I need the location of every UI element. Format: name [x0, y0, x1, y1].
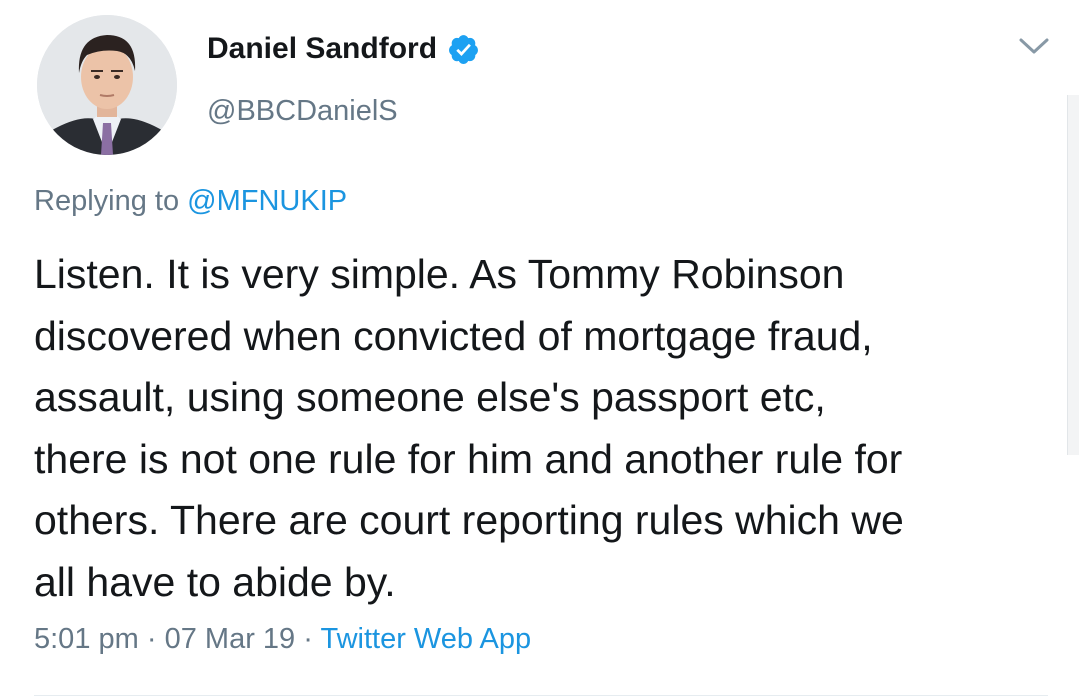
- reply-context: Replying to @MFNUKIP: [34, 185, 347, 218]
- avatar-photo: [37, 15, 177, 155]
- reply-mention-link[interactable]: @MFNUKIP: [187, 185, 347, 217]
- scrollbar[interactable]: [1067, 95, 1079, 455]
- avatar[interactable]: [37, 15, 177, 155]
- tweet-meta: 5:01 pm · 07 Mar 19 · Twitter Web App: [34, 623, 531, 656]
- verified-badge-icon: [447, 33, 480, 66]
- tweet-time[interactable]: 5:01 pm: [34, 623, 139, 655]
- tweet-card: Daniel Sandford @BBCDanielS Replying to …: [0, 0, 1079, 698]
- reply-prefix: Replying to: [34, 185, 180, 217]
- divider: [34, 695, 1048, 696]
- tweet-text: Listen. It is very simple. As Tommy Robi…: [34, 251, 904, 605]
- chevron-down-icon[interactable]: [1017, 34, 1051, 60]
- author-handle[interactable]: @BBCDanielS: [207, 95, 398, 128]
- meta-separator: ·: [303, 623, 313, 655]
- author-name[interactable]: Daniel Sandford: [207, 32, 437, 66]
- author-name-row[interactable]: Daniel Sandford: [207, 32, 480, 66]
- tweet-date[interactable]: 07 Mar 19: [165, 623, 296, 655]
- meta-separator: ·: [146, 623, 157, 655]
- tweet-source-link[interactable]: Twitter Web App: [320, 623, 531, 655]
